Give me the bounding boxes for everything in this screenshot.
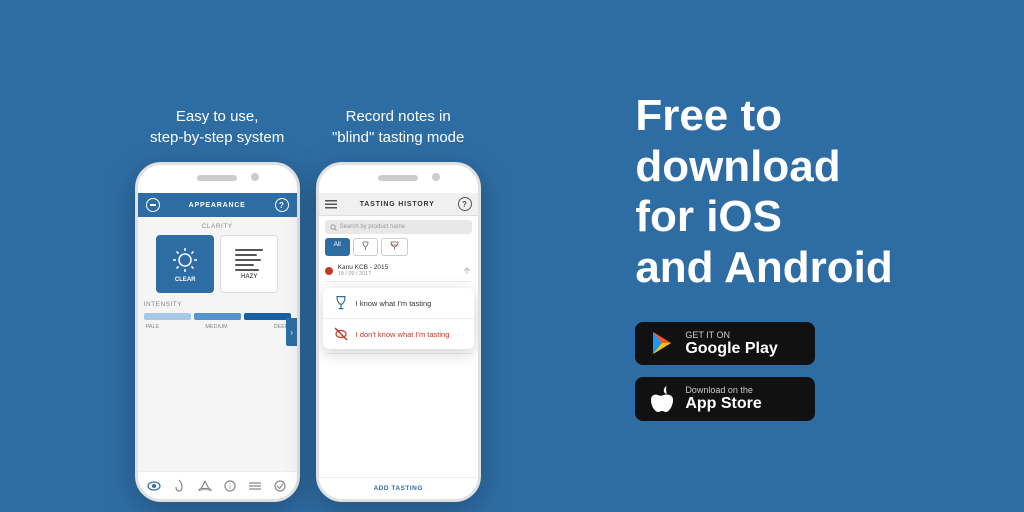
- tasting-item-1[interactable]: Kanu KCB - 2015 19 / 09 / 2017: [325, 260, 472, 282]
- filter-crossed[interactable]: [381, 238, 408, 256]
- wine-glass-icon: [333, 295, 349, 311]
- question-icon-1: ?: [275, 198, 289, 212]
- svg-text:i: i: [229, 484, 231, 491]
- clarity-label: CLARITY: [202, 223, 233, 230]
- google-play-icon: [649, 330, 675, 356]
- main-title: Free to download for iOS and Android: [635, 91, 892, 293]
- right-section: Free to download for iOS and Android GET…: [615, 0, 1024, 512]
- search-placeholder: Search by product name: [340, 224, 405, 230]
- google-play-badge[interactable]: GET IT ON Google Play: [635, 322, 815, 366]
- phones-container: Easy to use, step-by-step system APPEARA…: [0, 86, 615, 512]
- app-store-badge[interactable]: Download on the App Store: [635, 377, 815, 421]
- phone1-frame: APPEARANCE ? CLARITY: [135, 162, 300, 502]
- question-icon-2: ?: [458, 197, 472, 211]
- phone2-wrapper: Record notes in "blind" tasting mode TAS…: [316, 106, 481, 502]
- title-line2: download: [635, 142, 840, 191]
- hazy-icon: [235, 249, 263, 271]
- tasting-name-1: Kanu KCB - 2015: [338, 264, 462, 271]
- share-icon-1: [462, 266, 472, 276]
- label-medium: MEDIUM: [205, 324, 227, 330]
- intensity-pale[interactable]: [144, 313, 191, 320]
- main-container: Easy to use, step-by-step system APPEARA…: [0, 0, 1024, 512]
- phone1-wrapper: Easy to use, step-by-step system APPEARA…: [135, 106, 300, 502]
- hat-nav-icon[interactable]: [197, 478, 213, 494]
- intensity-bars: [144, 313, 291, 320]
- minus-circle-icon: [146, 198, 160, 212]
- clarity-row: CLEAR: [144, 235, 291, 293]
- title-line4: and Android: [635, 243, 892, 292]
- intensity-labels: PALE MEDIUM DEEP: [144, 324, 291, 330]
- phone2-header: TASTING HISTORY ?: [319, 193, 478, 216]
- filter-wine[interactable]: [353, 238, 378, 256]
- menu-icon: [325, 200, 337, 209]
- lines-nav-icon[interactable]: [247, 478, 263, 494]
- app-store-text: Download on the App Store: [685, 385, 761, 413]
- phone1-screen: APPEARANCE ? CLARITY: [138, 193, 297, 499]
- phone1-header-title: APPEARANCE: [189, 202, 246, 209]
- app-store-top: Download on the: [685, 385, 761, 395]
- app-store-main: App Store: [685, 395, 761, 413]
- clarity-card-hazy[interactable]: HAZY: [220, 235, 278, 293]
- tasting-info-1: Kanu KCB - 2015 19 / 09 / 2017: [338, 264, 462, 277]
- phone1-header: APPEARANCE ?: [138, 193, 297, 217]
- phones-section: Easy to use, step-by-step system APPEARA…: [0, 0, 615, 512]
- intensity-deep[interactable]: [244, 313, 291, 320]
- info-nav-icon[interactable]: i: [222, 478, 238, 494]
- google-play-text: GET IT ON Google Play: [685, 330, 777, 358]
- nose-nav-icon[interactable]: [171, 478, 187, 494]
- popup-overlay: I know what I'm tasting I don't know wha…: [323, 288, 474, 349]
- label-pale: PALE: [146, 324, 160, 330]
- title-line3: for iOS: [635, 192, 782, 241]
- phone2-caption: Record notes in "blind" tasting mode: [332, 106, 464, 148]
- eye-nav-icon[interactable]: [146, 478, 162, 494]
- popup-option2-text: I don't know what I'm tasting: [356, 330, 450, 339]
- google-play-main: Google Play: [685, 340, 777, 358]
- popup-option1[interactable]: I know what I'm tasting: [323, 288, 474, 319]
- phone2-header-title: TASTING HISTORY: [360, 201, 435, 208]
- hazy-label: HAZY: [241, 274, 257, 280]
- phone1-caption: Easy to use, step-by-step system: [150, 106, 284, 148]
- intensity-section: INTENSITY PALE MEDIUM DEEP: [144, 301, 291, 330]
- google-play-top: GET IT ON: [685, 330, 777, 340]
- sun-icon: [171, 246, 199, 274]
- clear-label: CLEAR: [175, 277, 196, 283]
- tasting-dot-1: [325, 267, 333, 275]
- tasting-date-1: 19 / 09 / 2017: [338, 271, 462, 277]
- search-icon: [330, 224, 337, 231]
- intensity-label: INTENSITY: [144, 301, 291, 308]
- popup-option1-text: I know what I'm tasting: [356, 299, 432, 308]
- intensity-medium[interactable]: [194, 313, 241, 320]
- apple-icon: [649, 386, 675, 412]
- add-tasting-button[interactable]: ADD TASTING: [319, 477, 478, 499]
- filter-tabs: All: [325, 238, 472, 256]
- store-badges: GET IT ON Google Play Download on the Ap…: [635, 322, 815, 421]
- phone2-frame: TASTING HISTORY ? Search by product name…: [316, 162, 481, 502]
- clarity-card-clear[interactable]: CLEAR: [156, 235, 214, 293]
- title-line1: Free to: [635, 91, 782, 140]
- filter-all[interactable]: All: [325, 238, 350, 256]
- phone1-bottom-nav: i: [138, 471, 297, 499]
- popup-option2[interactable]: I don't know what I'm tasting: [323, 319, 474, 349]
- nav-arrow[interactable]: ›: [286, 318, 298, 346]
- check-nav-icon[interactable]: [272, 478, 288, 494]
- phone2-screen: TASTING HISTORY ? Search by product name…: [319, 193, 478, 499]
- search-bar[interactable]: Search by product name: [325, 220, 472, 234]
- phone1-content: CLARITY: [138, 217, 297, 471]
- tasting-list: Kanu KCB - 2015 19 / 09 / 2017 I know wh…: [319, 260, 478, 477]
- blind-icon: [333, 326, 349, 342]
